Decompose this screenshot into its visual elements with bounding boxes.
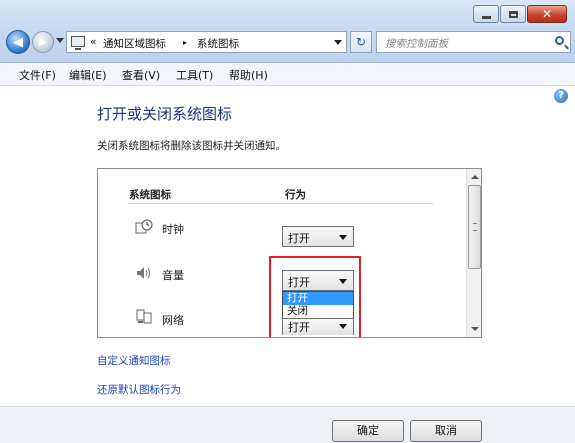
menu-file[interactable]: 文件(F) xyxy=(19,67,56,83)
close-icon: ✕ xyxy=(541,7,553,21)
search-icon[interactable] xyxy=(555,36,564,45)
forward-button[interactable]: ▶ xyxy=(32,31,54,53)
navigation-row: ◀ ▶ « 通知区域图标 ▸ 系统图标 ↻ 搜索控制面板 xyxy=(6,30,571,56)
search-box[interactable]: 搜索控制面板 xyxy=(376,31,571,53)
maximize-button[interactable] xyxy=(500,5,526,23)
volume-icon xyxy=(135,265,153,281)
search-input[interactable]: 搜索控制面板 xyxy=(385,36,448,51)
column-header-icon: 系统图标 xyxy=(129,189,171,201)
recent-pages-dropdown[interactable] xyxy=(56,38,64,43)
menu-view[interactable]: 查看(V) xyxy=(122,67,160,83)
clock-behavior-select[interactable]: 打开 xyxy=(282,226,354,247)
refresh-icon: ↻ xyxy=(355,35,367,49)
close-button[interactable]: ✕ xyxy=(527,5,567,23)
title-bar: ✕ ◀ ▶ « 通知区域图标 ▸ 系统图标 ↻ 搜索控制面板 xyxy=(0,0,575,63)
row-label-volume: 音量 xyxy=(162,269,184,282)
minimize-button[interactable] xyxy=(473,5,499,23)
menu-help[interactable]: 帮助(H) xyxy=(229,67,268,83)
ok-button[interactable]: 确定 xyxy=(332,420,404,442)
refresh-button[interactable]: ↻ xyxy=(350,31,372,53)
page-title: 打开或关闭系统图标 xyxy=(97,105,233,123)
scroll-thumb[interactable] xyxy=(468,185,481,269)
footer-bar: 确定 取消 xyxy=(0,406,575,443)
address-bar[interactable]: « 通知区域图标 ▸ 系统图标 xyxy=(66,31,347,53)
cancel-button[interactable]: 取消 xyxy=(410,420,482,442)
clock-behavior-value: 打开 xyxy=(288,232,310,245)
row-label-clock: 时钟 xyxy=(162,223,184,236)
column-header-behavior: 行为 xyxy=(285,189,306,201)
row-label-network: 网络 xyxy=(162,314,184,327)
page-description: 关闭系统图标将删除该图标并关闭通知。 xyxy=(97,140,286,152)
main-content: ? 打开或关闭系统图标 关闭系统图标将删除该图标并关闭通知。 系统图标 行为 时… xyxy=(0,86,575,406)
header-divider xyxy=(128,203,433,204)
arrow-left-icon: ◀ xyxy=(13,34,23,50)
annotation-highlight xyxy=(269,256,361,337)
panel-scrollbar[interactable] xyxy=(466,169,481,337)
restore-default-behavior-link[interactable]: 还原默认图标行为 xyxy=(97,382,181,397)
scroll-up-icon[interactable] xyxy=(471,175,479,179)
breadcrumb-notification-icons[interactable]: 通知区域图标 xyxy=(103,36,166,51)
back-button[interactable]: ◀ xyxy=(6,30,30,54)
minimize-icon xyxy=(481,15,491,19)
address-dropdown[interactable] xyxy=(334,40,342,45)
grip-icon xyxy=(473,223,477,231)
breadcrumb-system-icons[interactable]: 系统图标 xyxy=(197,36,239,51)
customize-notification-icons-link[interactable]: 自定义通知图标 xyxy=(97,353,171,368)
scroll-down-icon[interactable] xyxy=(471,327,479,331)
menu-bar: 文件(F) 编辑(E) 查看(V) 工具(T) 帮助(H) xyxy=(0,63,575,86)
address-overflow[interactable]: « xyxy=(90,36,96,48)
system-icons-panel: 系统图标 行为 时钟 打开 音量 打开 打开 关闭 网络 打开 xyxy=(97,168,482,338)
control-panel-window: ✕ ◀ ▶ « 通知区域图标 ▸ 系统图标 ↻ 搜索控制面板 文件(F) 编辑(… xyxy=(0,0,575,443)
maximize-icon xyxy=(508,10,518,18)
help-icon[interactable]: ? xyxy=(554,89,568,103)
menu-edit[interactable]: 编辑(E) xyxy=(69,67,107,83)
window-controls: ✕ xyxy=(472,5,567,23)
clock-icon xyxy=(135,219,153,235)
breadcrumb-separator: ▸ xyxy=(183,38,188,47)
chevron-down-icon xyxy=(339,235,347,240)
arrow-right-icon: ▶ xyxy=(39,36,47,48)
menu-tools[interactable]: 工具(T) xyxy=(176,67,213,83)
computer-icon xyxy=(71,36,85,50)
network-icon xyxy=(135,309,153,325)
